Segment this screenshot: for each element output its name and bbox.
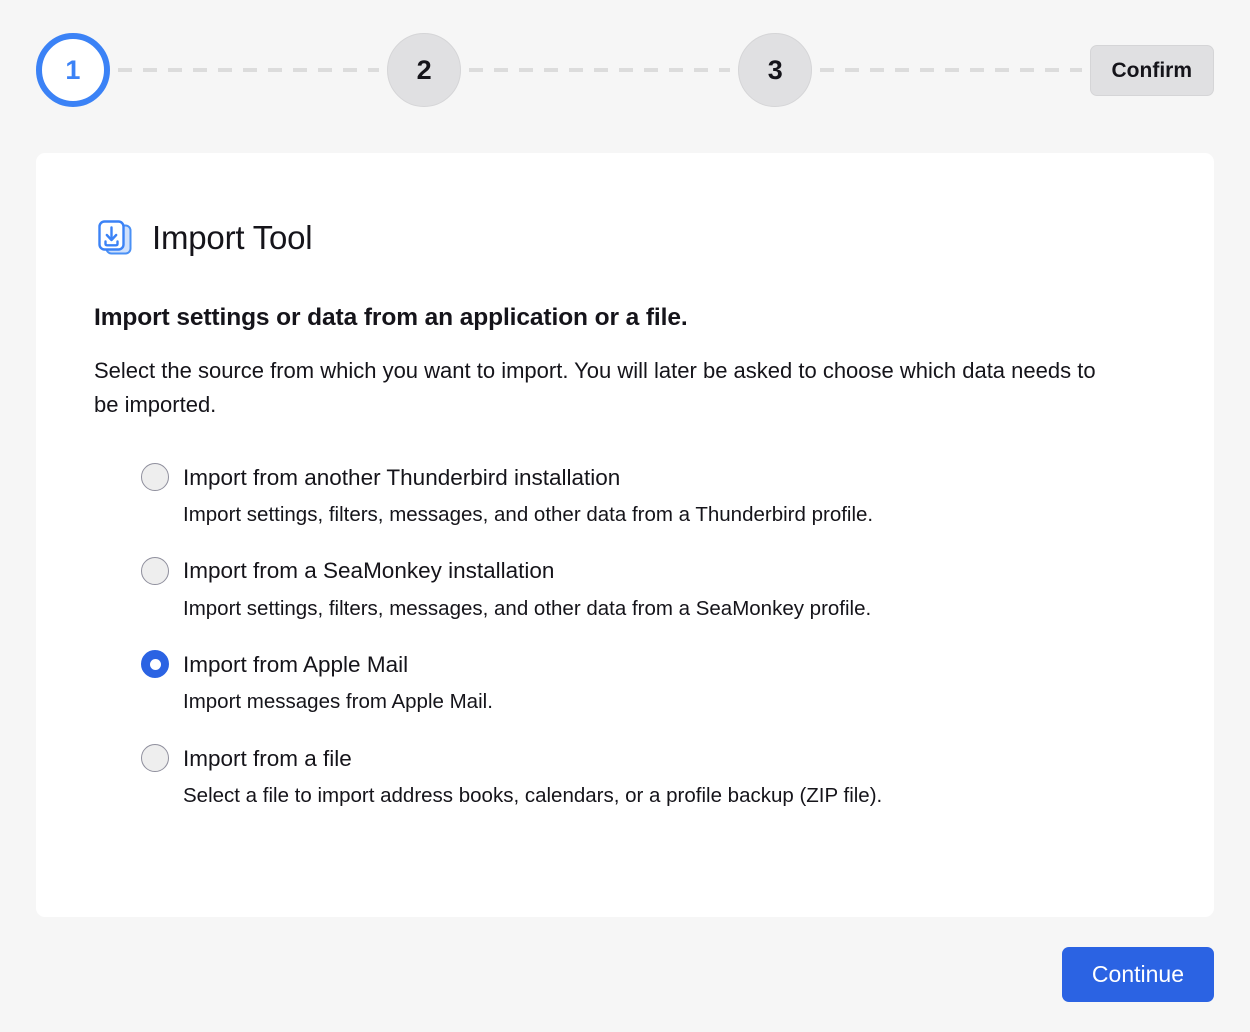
radio-option-apple-mail-row[interactable]: Import from Apple Mail [141,650,1156,679]
wizard-step-1[interactable]: 1 [36,33,110,107]
step-connector-1-2 [118,68,380,72]
radio-option-thunderbird[interactable]: Import from another Thunderbird installa… [141,463,1156,529]
radio-option-file-description: Select a file to import address books, c… [183,784,883,808]
wizard-footer: Continue [0,917,1250,1032]
wizard-step-2[interactable]: 2 [387,33,462,107]
import-tool-card: Import Tool Import settings or data from… [36,153,1214,917]
page-title: Import Tool [152,219,313,257]
wizard-step-3[interactable]: 3 [738,33,813,107]
wizard-step-1-label: 1 [65,54,81,85]
radio-button-thunderbird[interactable] [141,463,169,492]
radio-button-apple-mail[interactable] [141,650,169,679]
radio-option-file-row[interactable]: Import from a file [141,744,1156,773]
card-description: Select the source from which you want to… [94,358,1096,417]
radio-option-file[interactable]: Import from a file Select a file to impo… [141,744,1156,810]
radio-option-thunderbird-description: Import settings, filters, messages, and … [183,503,874,527]
radio-button-seamonkey[interactable] [141,556,169,585]
radio-option-apple-mail-description: Import messages from Apple Mail. [183,690,493,714]
steps-row: 1 2 3 Confirm [36,33,1215,107]
radio-option-seamonkey[interactable]: Import from a SeaMonkey installation Imp… [141,556,1156,623]
radio-option-thunderbird-label: Import from another Thunderbird installa… [183,464,621,490]
radio-option-apple-mail[interactable]: Import from Apple Mail Import messages f… [141,650,1156,716]
import-file-download-icon [94,217,136,259]
wizard-step-3-label: 3 [767,54,783,85]
card-title-row: Import Tool [94,199,1156,276]
radio-option-apple-mail-label: Import from Apple Mail [183,651,409,677]
radio-option-seamonkey-description: Import settings, filters, messages, and … [183,596,872,620]
step-connector-3-confirm [820,68,1082,72]
wizard-step-confirm-label: Confirm [1111,58,1193,82]
wizard-step-confirm[interactable]: Confirm [1089,44,1215,96]
wizard-step-2-label: 2 [416,54,432,85]
import-source-radio-group: Import from another Thunderbird installa… [94,463,1156,810]
radio-button-file[interactable] [141,744,169,773]
wizard-step-indicator: 1 2 3 Confirm [0,0,1250,142]
radio-option-seamonkey-label: Import from a SeaMonkey installation [183,558,555,584]
card-subheading: Import settings or data from an applicat… [94,304,688,332]
radio-option-thunderbird-row[interactable]: Import from another Thunderbird installa… [141,463,1156,492]
radio-option-file-label: Import from a file [183,745,352,771]
step-connector-2-3 [469,68,731,72]
continue-button[interactable]: Continue [1061,947,1214,1002]
radio-option-seamonkey-row[interactable]: Import from a SeaMonkey installation [141,556,1156,585]
